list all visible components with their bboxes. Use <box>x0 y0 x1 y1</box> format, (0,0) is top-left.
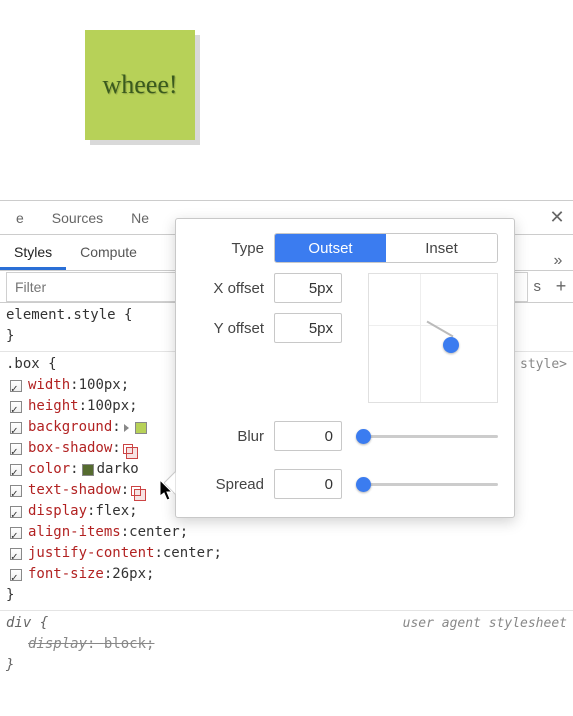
x-offset-label: X offset <box>192 280 264 297</box>
spread-input[interactable] <box>274 469 342 499</box>
expand-icon[interactable] <box>124 424 129 432</box>
property-toggle[interactable] <box>10 380 22 392</box>
spread-slider[interactable] <box>356 483 498 486</box>
offset-handle[interactable] <box>443 337 459 353</box>
box-shadow-editor[interactable]: Type Outset Inset X offset Y offset Blur… <box>175 218 515 518</box>
overflow-icon[interactable]: » <box>543 252 573 270</box>
blur-label: Blur <box>192 428 264 445</box>
shadow-editor-icon[interactable] <box>131 486 141 496</box>
y-offset-label: Y offset <box>192 320 264 337</box>
property-toggle[interactable] <box>10 485 22 497</box>
property-toggle[interactable] <box>10 569 22 581</box>
color-swatch[interactable] <box>135 422 147 434</box>
y-offset-input[interactable] <box>274 313 342 343</box>
shadow-editor-icon[interactable] <box>123 444 133 454</box>
tab-elements-truncated[interactable]: e <box>2 201 38 235</box>
tab-sources[interactable]: Sources <box>38 201 117 235</box>
toolbar-right-truncated[interactable]: s <box>534 278 550 295</box>
type-outset-button[interactable]: Outset <box>275 234 386 262</box>
property-toggle[interactable] <box>10 401 22 413</box>
property-toggle[interactable] <box>10 527 22 539</box>
type-inset-button[interactable]: Inset <box>386 234 497 262</box>
blur-slider[interactable] <box>356 435 498 438</box>
slider-thumb[interactable] <box>356 429 371 444</box>
tab-network-truncated[interactable]: Ne <box>117 201 163 235</box>
property-toggle[interactable] <box>10 443 22 455</box>
rule-div-ua: user agent stylesheet div { display: blo… <box>0 611 573 680</box>
type-label: Type <box>192 240 264 257</box>
preview-text: wheee! <box>102 70 177 100</box>
property-toggle[interactable] <box>10 506 22 518</box>
ua-stylesheet-label: user agent stylesheet <box>403 613 567 634</box>
preview-box: wheee! <box>85 30 195 140</box>
close-icon[interactable]: ✕ <box>543 207 571 228</box>
new-rule-button[interactable]: + <box>549 276 573 297</box>
color-swatch[interactable] <box>82 464 94 476</box>
offset-preview[interactable] <box>368 273 498 403</box>
stylesheet-link[interactable]: style> <box>520 354 567 375</box>
x-offset-input[interactable] <box>274 273 342 303</box>
tab-computed-truncated[interactable]: Compute <box>66 234 151 270</box>
slider-thumb[interactable] <box>356 477 371 492</box>
property-toggle[interactable] <box>10 422 22 434</box>
spread-label: Spread <box>192 476 264 493</box>
tab-styles[interactable]: Styles <box>0 234 66 270</box>
type-toggle[interactable]: Outset Inset <box>274 233 498 263</box>
property-toggle[interactable] <box>10 464 22 476</box>
blur-input[interactable] <box>274 421 342 451</box>
property-toggle[interactable] <box>10 548 22 560</box>
